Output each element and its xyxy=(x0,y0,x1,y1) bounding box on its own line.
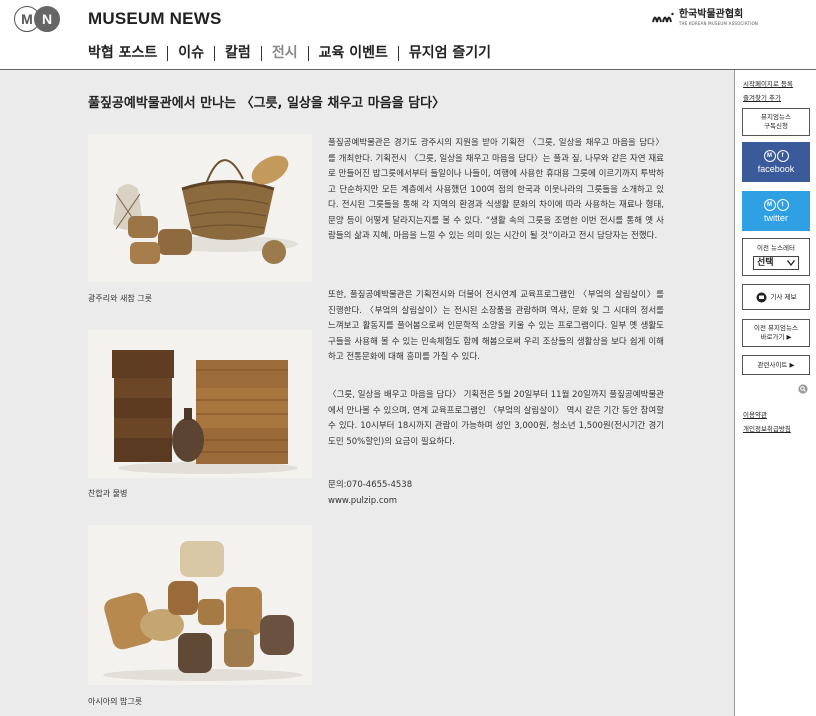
nav-post[interactable]: 박협 포스트 xyxy=(88,44,167,62)
article-image-baskets xyxy=(88,134,312,282)
article-area: 풀짚공예박물관에서 만나는 〈그릇, 일상을 채우고 마음을 담다〉 광주리와 … xyxy=(0,70,734,716)
mn-twitter-icon: Mt xyxy=(763,199,789,211)
report-article-label: 기사 제보 xyxy=(770,292,797,301)
nav-column[interactable]: 칼럼 xyxy=(215,44,261,62)
prev-museum-news-line2: 바로가기 ▶ xyxy=(760,333,792,341)
image-caption: 아시아의 밥그릇 xyxy=(88,697,143,706)
related-sites-button[interactable]: 관련사이트 ▶ xyxy=(742,355,810,375)
nav-issue[interactable]: 이슈 xyxy=(168,44,214,62)
chat-icon xyxy=(756,292,766,302)
brand-title[interactable]: MUSEUM NEWS xyxy=(88,9,221,29)
association-name-ko: 한국박물관협회 xyxy=(678,9,744,20)
nav-enjoy-museum[interactable]: 뮤지엄 즐기기 xyxy=(399,44,501,62)
related-sites-label: 관련사이트 ▶ xyxy=(757,360,795,369)
main-nav: 박협 포스트 이슈 칼럼 전시 교육 이벤트 뮤지엄 즐기기 xyxy=(88,44,501,62)
subscribe-button[interactable]: 뮤지엄뉴스 구독신청 xyxy=(742,108,810,136)
prev-museum-news-line1: 이전 뮤지엄뉴스 xyxy=(754,324,798,332)
association-mark-icon xyxy=(651,12,674,23)
terms-link[interactable]: 이용약관 xyxy=(743,409,767,419)
mn-facebook-icon: Mf xyxy=(763,150,789,162)
newsletter-select-value: 선택 xyxy=(757,257,774,268)
facebook-button[interactable]: Mf facebook xyxy=(742,142,810,182)
prev-museum-news-button[interactable]: 이전 뮤지엄뉴스 바로가기 ▶ xyxy=(742,319,810,347)
contact-phone: 문의:070-4655-4538 xyxy=(328,480,413,490)
twitter-label: twitter xyxy=(763,213,788,223)
logo-letter-n: N xyxy=(34,6,60,32)
museum-news-logo[interactable]: M N xyxy=(14,6,62,32)
sidebar: 시작페이지로 등록 즐겨찾기 추가 뮤지엄뉴스 구독신청 Mf facebook… xyxy=(734,70,816,716)
article-paragraph: 〈그릇, 일상을 배우고 마음을 담다〉 기획전은 5월 20일부터 11월 2… xyxy=(328,390,664,447)
article-paragraph: 풀짚공예박물관은 경기도 광주시의 지원을 받아 기획전 〈그릇, 일상을 채우… xyxy=(328,138,664,241)
magnifier-icon[interactable] xyxy=(798,384,808,394)
article-title: 풀짚공예박물관에서 만나는 〈그릇, 일상을 채우고 마음을 담다〉 xyxy=(88,96,446,111)
lunchbox-photo-icon xyxy=(88,330,312,478)
chevron-down-icon xyxy=(787,260,795,266)
association-name-en: THE KOREAN MUSEUM ASSOCIATION xyxy=(678,21,758,26)
basket-photo-icon xyxy=(88,134,312,282)
facebook-label: facebook xyxy=(757,164,795,174)
image-caption: 찬합과 물병 xyxy=(88,489,128,498)
header: M N MUSEUM NEWS 한국박물관협회 THE KOREAN MUSEU… xyxy=(0,0,816,70)
report-article-button[interactable]: 기사 제보 xyxy=(742,284,810,310)
newsletter-select[interactable]: 선택 xyxy=(753,256,799,270)
nav-exhibition[interactable]: 전시 xyxy=(262,44,308,62)
website-link[interactable]: www.pulzip.com xyxy=(328,494,664,510)
article-image-lunchboxes xyxy=(88,330,312,478)
prev-newsletter-box: 이전 뉴스레터 선택 xyxy=(742,238,810,276)
subscribe-label-line1: 뮤지엄뉴스 xyxy=(761,113,791,121)
add-favorite-link[interactable]: 즐겨찾기 추가 xyxy=(743,92,781,102)
image-caption: 광주리와 새참 그릇 xyxy=(88,294,152,303)
article-image-bowls xyxy=(88,525,312,685)
bowls-photo-icon xyxy=(88,525,312,685)
twitter-button[interactable]: Mt twitter xyxy=(742,191,810,231)
article-paragraph: 또한, 풀짚공예박물관은 기획전시와 더불어 전시연계 교육프로그램인 〈부엌의… xyxy=(328,290,664,362)
association-logo[interactable]: 한국박물관협회 THE KOREAN MUSEUM ASSOCIATION xyxy=(651,10,758,26)
association-text: 한국박물관협회 THE KOREAN MUSEUM ASSOCIATION xyxy=(679,10,758,26)
nav-education-event[interactable]: 교육 이벤트 xyxy=(309,44,398,62)
prev-newsletter-label: 이전 뉴스레터 xyxy=(757,244,795,252)
subscribe-label-line2: 구독신청 xyxy=(764,122,788,130)
set-homepage-link[interactable]: 시작페이지로 등록 xyxy=(743,78,793,88)
privacy-policy-link[interactable]: 개인정보취급방침 xyxy=(743,423,791,433)
